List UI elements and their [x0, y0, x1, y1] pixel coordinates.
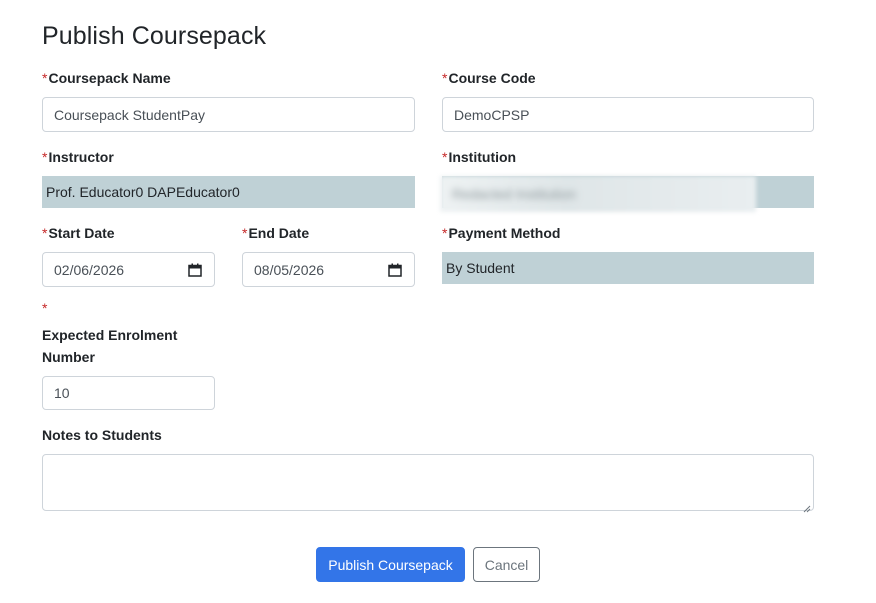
instructor-value: Prof. Educator0 DAPEducator0: [42, 176, 415, 208]
end-date-label: *End Date: [242, 225, 310, 241]
resize-handle-icon[interactable]: [803, 500, 811, 513]
course-code-label: *Course Code: [442, 70, 536, 86]
required-marker: *: [42, 149, 48, 165]
required-marker: *: [442, 70, 448, 86]
payment-method-label: *Payment Method: [442, 225, 561, 241]
required-marker: *: [242, 225, 248, 241]
expected-enrolment-required-marker: *: [42, 300, 48, 316]
end-date-input[interactable]: 08/05/2026: [242, 252, 415, 287]
institution-label: *Institution: [442, 149, 517, 165]
start-date-label: *Start Date: [42, 225, 115, 241]
calendar-icon[interactable]: [188, 263, 202, 277]
required-marker: *: [42, 70, 48, 86]
payment-method-value: By Student: [442, 252, 814, 284]
expected-enrolment-input[interactable]: 10: [42, 376, 215, 410]
coursepack-name-input[interactable]: Coursepack StudentPay: [42, 97, 415, 132]
course-code-input[interactable]: DemoCPSP: [442, 97, 814, 132]
required-marker: *: [442, 149, 448, 165]
calendar-icon[interactable]: [388, 263, 402, 277]
instructor-label: *Instructor: [42, 149, 114, 165]
expected-enrolment-label-line2: Number: [42, 349, 95, 365]
cancel-button[interactable]: Cancel: [473, 547, 540, 582]
institution-value-blurred: Redacted Institution: [440, 176, 756, 212]
notes-textarea[interactable]: [42, 454, 814, 513]
expected-enrolment-label-line1: Expected Enrolment: [42, 327, 178, 343]
required-marker: *: [442, 225, 448, 241]
required-marker: *: [42, 225, 48, 241]
publish-coursepack-button[interactable]: Publish Coursepack: [316, 547, 465, 582]
coursepack-name-label: *Coursepack Name: [42, 70, 171, 86]
notes-label: Notes to Students: [42, 427, 162, 443]
page-title: Publish Coursepack: [42, 22, 267, 50]
start-date-input[interactable]: 02/06/2026: [42, 252, 215, 287]
